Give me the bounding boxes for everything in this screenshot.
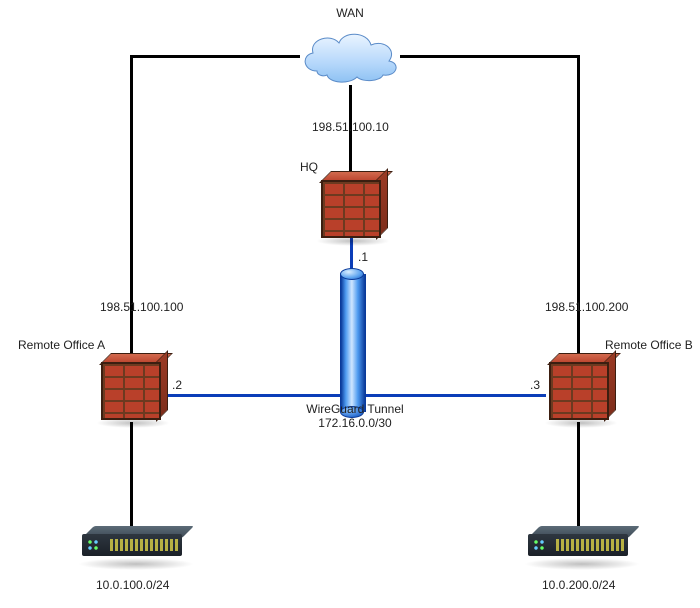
- hq-tunnel-host: .1: [358, 250, 368, 264]
- remote-a-wan-ip: 198.51.100.100: [100, 300, 183, 314]
- firewall-hq: [316, 180, 386, 242]
- tunnel-link: [354, 394, 546, 397]
- wireguard-tunnel-icon: [340, 268, 364, 418]
- remote-b-tunnel-host: .3: [530, 378, 540, 392]
- remote-a-label: Remote Office A: [18, 338, 105, 352]
- remote-a-lan-subnet: 10.0.100.0/24: [96, 578, 169, 592]
- wan-link: [400, 55, 580, 58]
- lan-link: [577, 422, 580, 534]
- wan-link: [130, 55, 300, 58]
- tunnel-subnet: 172.16.0.0/30: [300, 416, 410, 430]
- wan-label: WAN: [320, 6, 380, 20]
- tunnel-link: [164, 394, 350, 397]
- lan-link: [130, 422, 133, 534]
- remote-b-wan-ip: 198.51.100.200: [545, 300, 628, 314]
- tunnel-name: WireGuard Tunnel: [300, 402, 410, 416]
- remote-b-lan-subnet: 10.0.200.0/24: [542, 578, 615, 592]
- wan-link: [130, 55, 133, 365]
- wan-link: [577, 55, 580, 365]
- firewall-remote-b: [544, 362, 614, 424]
- hq-wan-ip: 198.51.100.10: [312, 120, 389, 134]
- firewall-remote-a: [96, 362, 166, 424]
- switch-remote-a: [82, 534, 182, 562]
- wan-cloud-icon: [297, 25, 403, 85]
- remote-a-tunnel-host: .2: [172, 378, 182, 392]
- diagram-canvas: WAN 198.51.100.10 HQ .1 WireGuard Tunnel…: [0, 0, 700, 608]
- remote-b-label: Remote Office B: [605, 338, 693, 352]
- switch-remote-b: [528, 534, 628, 562]
- hq-label: HQ: [300, 160, 318, 174]
